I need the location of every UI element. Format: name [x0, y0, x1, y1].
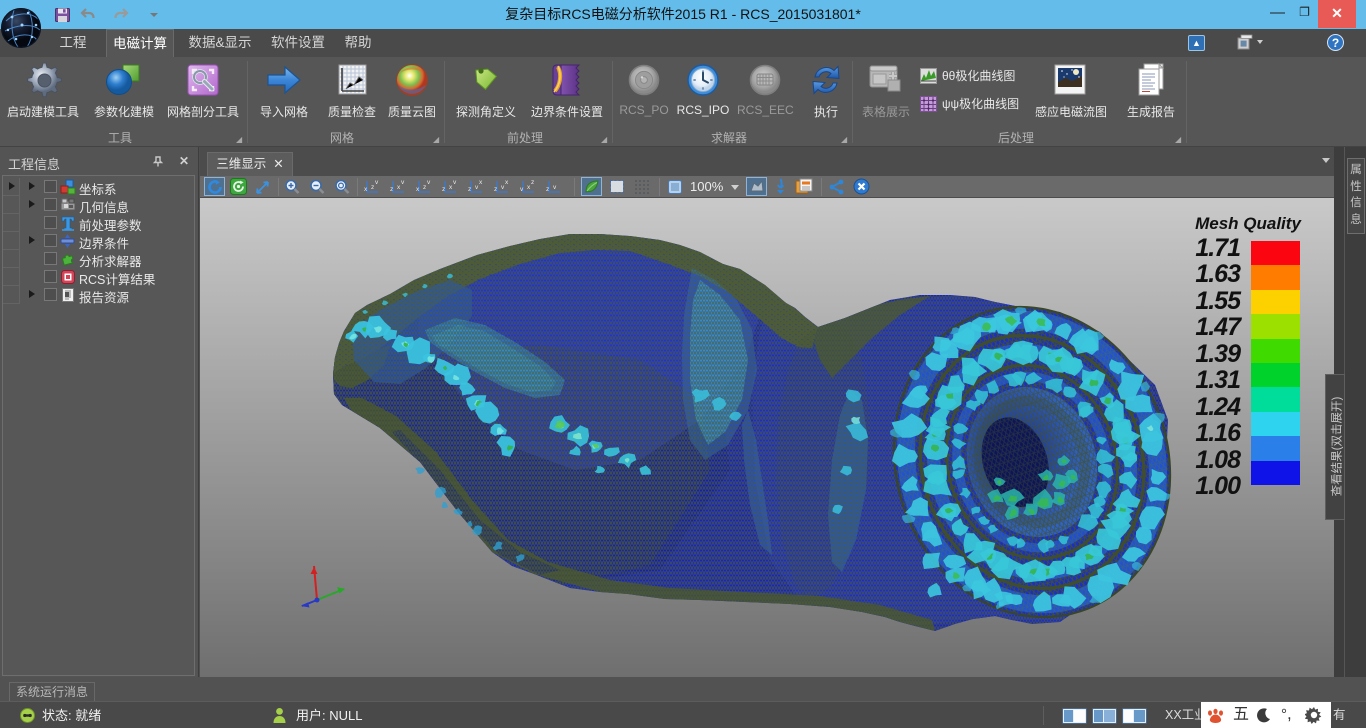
svg-text:z: z — [390, 186, 393, 193]
svg-text:z: z — [468, 186, 471, 193]
svg-text:x: x — [479, 179, 483, 186]
svg-text:v: v — [375, 179, 379, 186]
svg-text:x: x — [505, 179, 509, 186]
svg-text:z: z — [546, 186, 549, 193]
svg-text:z: z — [494, 186, 497, 193]
svg-text:z: z — [531, 179, 534, 186]
svg-text:v: v — [553, 184, 557, 191]
svg-text:v: v — [427, 179, 431, 186]
svg-text:v: v — [453, 179, 457, 186]
svg-text:z: z — [442, 186, 445, 193]
svg-text:z: z — [371, 184, 374, 191]
svg-text:v: v — [401, 179, 405, 186]
svg-text:z: z — [423, 184, 426, 191]
